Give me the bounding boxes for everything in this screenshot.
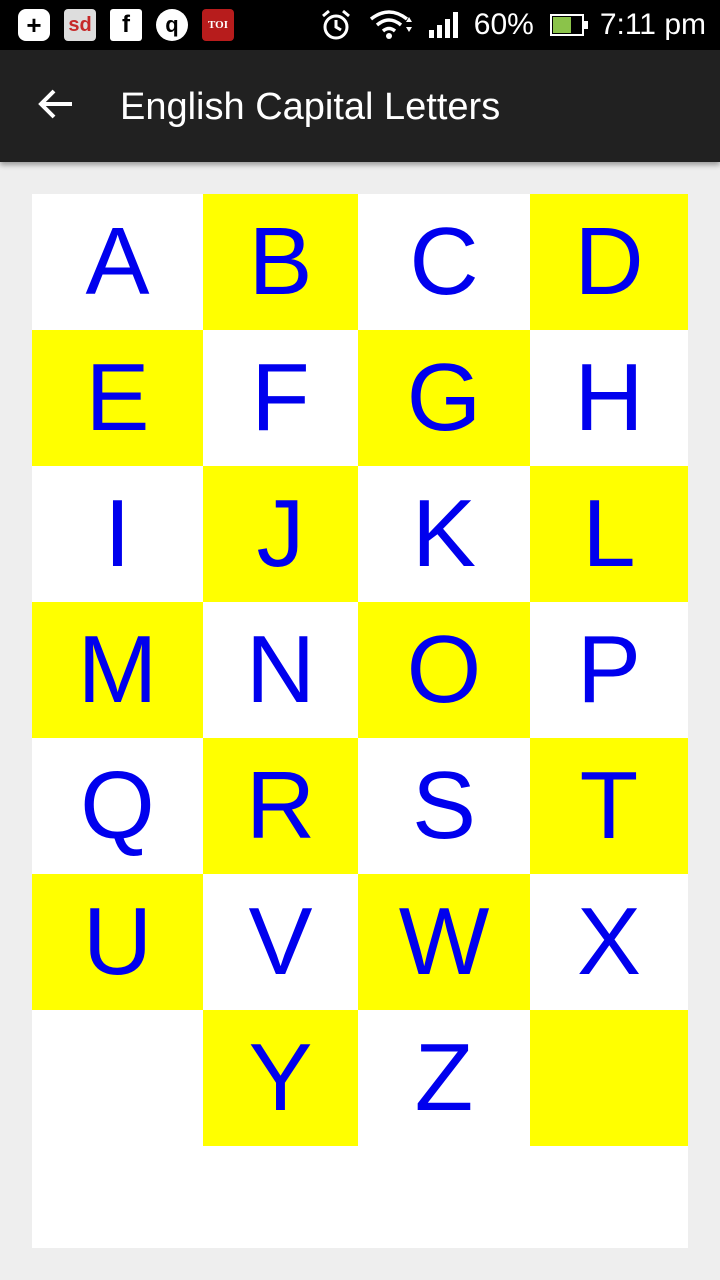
letter-tile-k[interactable]: K [358, 466, 530, 602]
battery-icon [549, 14, 588, 36]
signal-icon [428, 12, 458, 38]
notification-icons: + sd f q TOI [18, 9, 234, 41]
letter-tile-b[interactable]: B [203, 194, 358, 330]
toi-icon: TOI [202, 9, 234, 41]
plus-icon: + [18, 9, 50, 41]
letter-tile-m[interactable]: M [32, 602, 203, 738]
snapdeal-label: sd [68, 13, 92, 36]
arrow-left-icon[interactable] [36, 84, 76, 128]
system-status: 60% 7:11 pm [319, 6, 706, 44]
letter-tile-d[interactable]: D [530, 194, 688, 330]
empty-tile [32, 1010, 203, 1146]
alarm-icon [321, 9, 350, 40]
clock: 7:11 pm [599, 8, 706, 41]
facebook-icon: f [110, 9, 142, 41]
letter-tile-l[interactable]: L [530, 466, 688, 602]
wifi-icon [369, 10, 412, 39]
letter-tile-r[interactable]: R [203, 738, 358, 874]
letter-tile-f[interactable]: F [203, 330, 358, 466]
letter-tile-v[interactable]: V [203, 874, 358, 1010]
snapdeal-icon: sd [64, 9, 96, 41]
letter-tile-s[interactable]: S [358, 738, 530, 874]
letter-tile-h[interactable]: H [530, 330, 688, 466]
letter-tile-u[interactable]: U [32, 874, 203, 1010]
letters-grid: ABCD EFGH IJKL MNOP QRST UVWX YZ [32, 194, 688, 1248]
empty-tile [530, 1010, 688, 1146]
quora-icon: q [156, 9, 188, 41]
letter-tile-i[interactable]: I [32, 466, 203, 602]
letter-tile-z[interactable]: Z [358, 1010, 530, 1146]
letter-tile-e[interactable]: E [32, 330, 203, 466]
letter-tile-j[interactable]: J [203, 466, 358, 602]
letter-tile-g[interactable]: G [358, 330, 530, 466]
letter-tile-c[interactable]: C [358, 194, 530, 330]
battery-percent: 60% [473, 8, 534, 41]
status-bar: + sd f q TOI 60% 7:11 pm [0, 0, 720, 50]
back-arrow-svg [38, 89, 72, 119]
letter-tile-t[interactable]: T [530, 738, 688, 874]
letter-tile-q[interactable]: Q [32, 738, 203, 874]
letter-tile-n[interactable]: N [203, 602, 358, 738]
page-title: English Capital Letters [120, 86, 501, 128]
letter-tile-y[interactable]: Y [203, 1010, 358, 1146]
letter-tile-w[interactable]: W [358, 874, 530, 1010]
letter-tile-p[interactable]: P [530, 602, 688, 738]
toi-label: TOI [208, 19, 228, 31]
app-bar: English Capital Letters [0, 50, 720, 162]
letter-tile-o[interactable]: O [358, 602, 530, 738]
letter-tile-x[interactable]: X [530, 874, 688, 1010]
letter-tile-a[interactable]: A [32, 194, 203, 330]
